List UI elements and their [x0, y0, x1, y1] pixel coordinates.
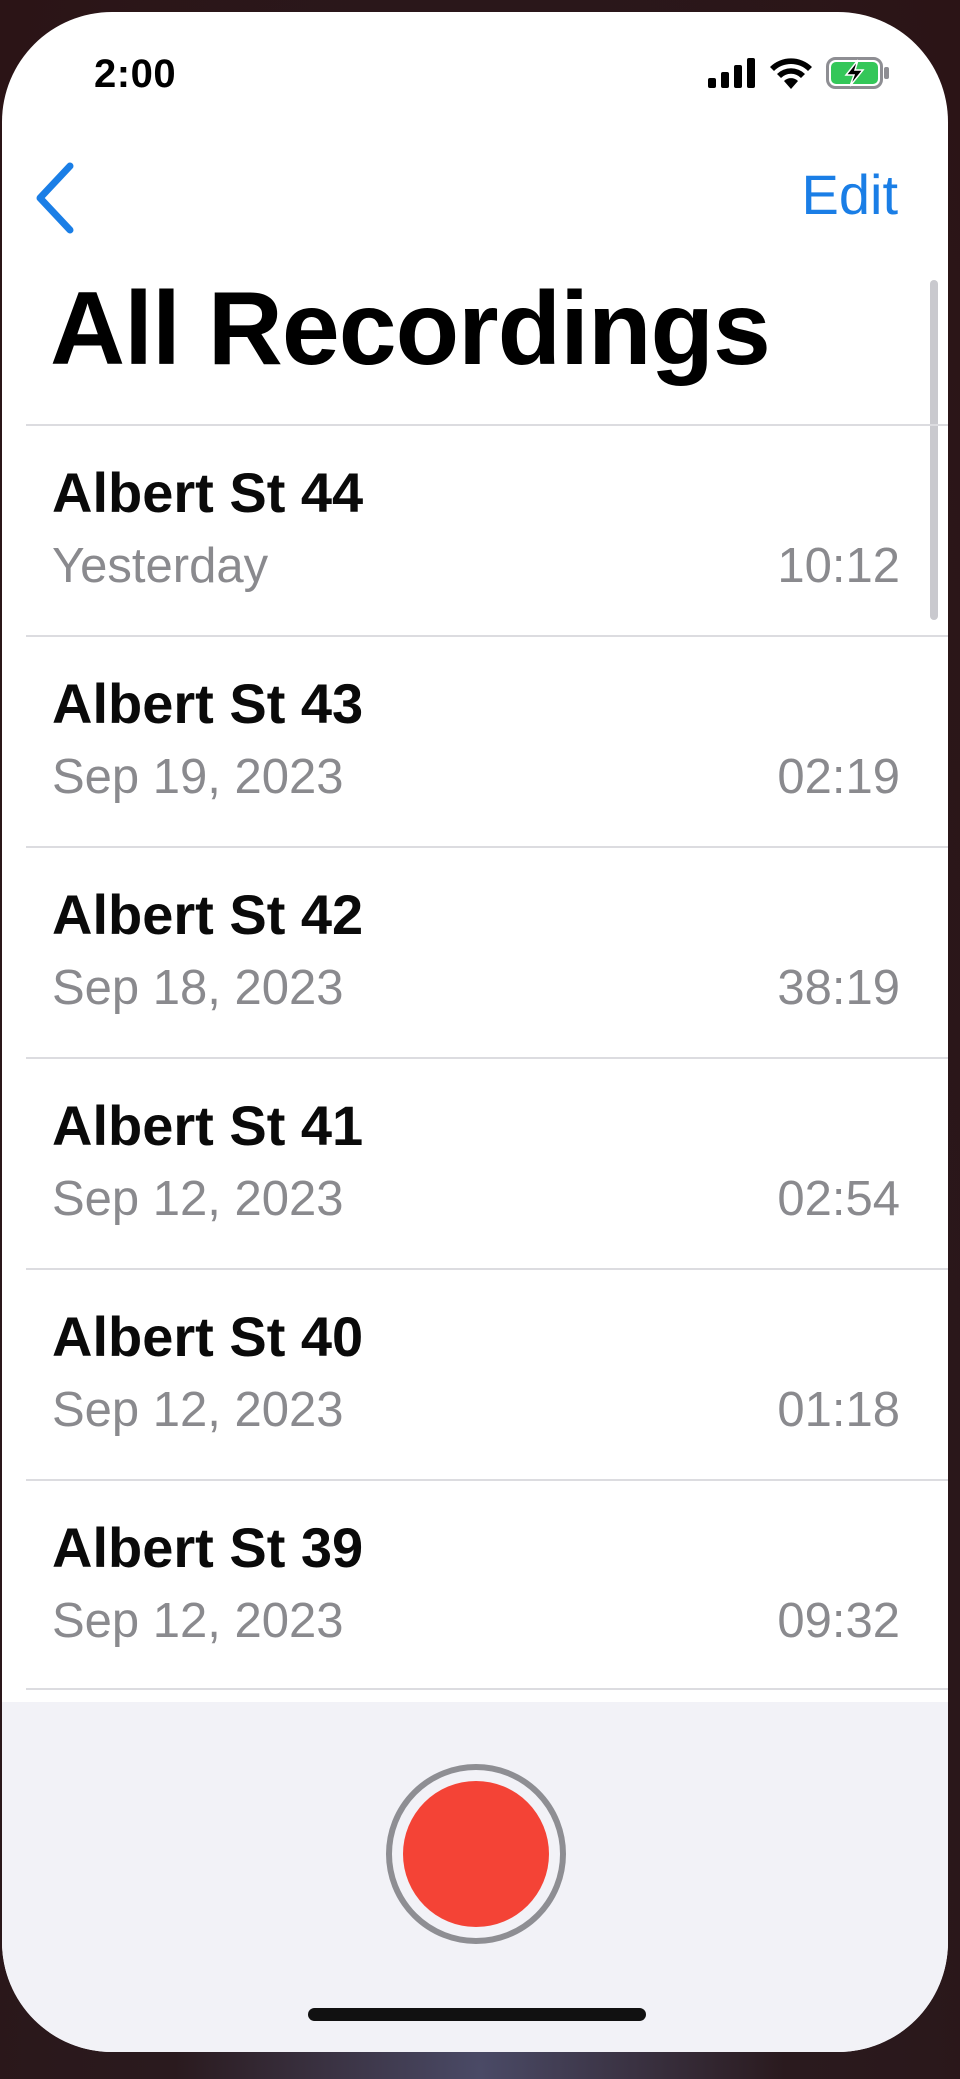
list-item[interactable]: Albert St 39 Sep 12, 2023 09:32 — [26, 1479, 948, 1690]
home-indicator[interactable] — [308, 2008, 646, 2021]
recording-name: Albert St 39 — [52, 1516, 364, 1579]
recording-duration: 38:19 — [777, 961, 900, 1015]
bottom-toolbar — [2, 1702, 948, 2052]
recording-name: Albert St 42 — [52, 883, 364, 946]
record-icon — [403, 1781, 549, 1927]
recordings-list: Albert St 44 Yesterday 10:12 Albert St 4… — [26, 424, 948, 1690]
recording-duration: 10:12 — [777, 539, 900, 593]
back-button[interactable] — [24, 160, 84, 240]
recording-date: Sep 12, 2023 — [52, 1383, 344, 1437]
recording-name: Albert St 41 — [52, 1094, 364, 1157]
list-item[interactable]: Albert St 42 Sep 18, 2023 38:19 — [26, 846, 948, 1057]
status-time: 2:00 — [94, 52, 177, 96]
page-title: All Recordings — [50, 271, 771, 387]
recording-date: Sep 12, 2023 — [52, 1594, 344, 1648]
recording-date: Sep 18, 2023 — [52, 961, 344, 1015]
recording-duration: 09:32 — [777, 1594, 900, 1648]
cellular-signal-icon — [708, 58, 756, 93]
record-button[interactable] — [386, 1764, 566, 1944]
list-item[interactable]: Albert St 43 Sep 19, 2023 02:19 — [26, 635, 948, 846]
recording-name: Albert St 40 — [52, 1305, 364, 1368]
chevron-left-icon — [32, 162, 76, 239]
navigation-bar: Edit — [2, 152, 948, 252]
status-icons — [708, 57, 890, 94]
list-item[interactable]: Albert St 40 Sep 12, 2023 01:18 — [26, 1268, 948, 1479]
edit-button[interactable]: Edit — [802, 162, 899, 227]
wifi-icon — [770, 57, 812, 94]
list-item[interactable]: Albert St 41 Sep 12, 2023 02:54 — [26, 1057, 948, 1268]
recording-date: Sep 19, 2023 — [52, 750, 344, 804]
list-item[interactable]: Albert St 44 Yesterday 10:12 — [26, 424, 948, 635]
battery-charging-icon — [826, 57, 890, 94]
recording-date: Yesterday — [52, 539, 269, 593]
status-bar: 2:00 — [2, 12, 948, 142]
recording-duration: 02:54 — [777, 1172, 900, 1226]
recording-name: Albert St 43 — [52, 672, 364, 735]
recording-name: Albert St 44 — [52, 461, 364, 524]
recording-duration: 02:19 — [777, 750, 900, 804]
recording-duration: 01:18 — [777, 1383, 900, 1437]
phone-screen: 2:00 Edit All Recordings Albert St 44 Ye… — [2, 12, 948, 2052]
recording-date: Sep 12, 2023 — [52, 1172, 344, 1226]
